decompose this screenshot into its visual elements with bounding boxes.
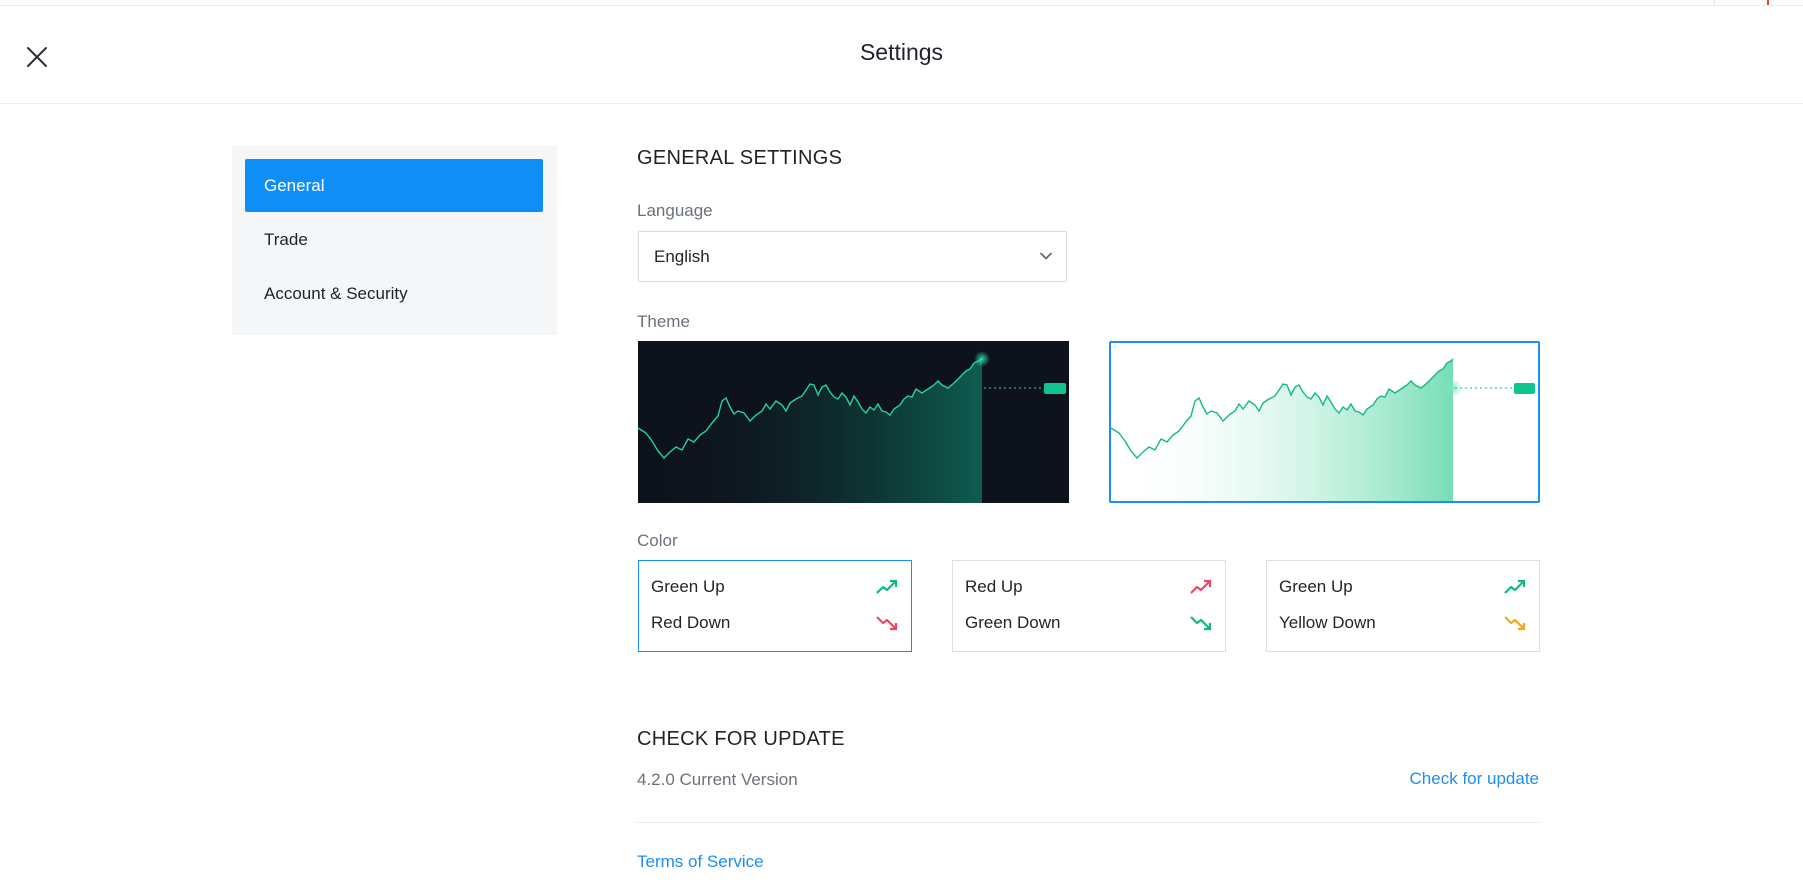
color-up-label: Green Up <box>1279 577 1353 596</box>
check-update-title: CHECK FOR UPDATE <box>637 728 845 750</box>
color-option-green-up-yellow-down[interactable]: Green Up Yellow Down <box>1266 560 1540 652</box>
trend-up-icon <box>1504 579 1526 594</box>
window-control-edge <box>1714 0 1715 5</box>
section-divider <box>637 822 1539 823</box>
theme-label: Theme <box>637 312 690 331</box>
language-select-value: English <box>654 247 710 266</box>
sidebar-item-account-security[interactable]: Account & Security <box>245 267 543 320</box>
color-label: Color <box>637 531 678 550</box>
theme-option-dark[interactable] <box>638 341 1069 503</box>
trend-down-icon <box>876 616 898 631</box>
window-control-accent <box>1767 0 1769 5</box>
color-down-label: Red Down <box>651 613 731 632</box>
trend-down-icon <box>1504 616 1526 631</box>
general-settings-title: GENERAL SETTINGS <box>637 147 843 169</box>
trend-up-icon <box>1190 579 1212 594</box>
color-up-label: Red Up <box>965 577 1023 596</box>
language-select[interactable]: English <box>638 231 1067 282</box>
language-label: Language <box>637 201 713 220</box>
sidebar-item-trade[interactable]: Trade <box>245 213 543 266</box>
theme-option-light[interactable] <box>1109 341 1540 503</box>
color-option-green-up-red-down[interactable]: Green Up Red Down <box>638 560 912 652</box>
current-version: 4.2.0 Current Version <box>637 770 798 789</box>
page-title: Settings <box>859 39 944 65</box>
dark-theme-chart-preview <box>638 351 1066 503</box>
color-down-label: Yellow Down <box>1279 613 1376 632</box>
sidebar-item-general[interactable]: General <box>245 159 543 212</box>
color-option-red-up-green-down[interactable]: Red Up Green Down <box>952 560 1226 652</box>
trend-down-icon <box>1190 616 1212 631</box>
terms-of-service-link[interactable]: Terms of Service <box>637 852 764 872</box>
chevron-down-icon <box>1040 252 1052 260</box>
settings-sidebar: General Trade Account & Security <box>232 146 557 335</box>
trend-up-icon <box>876 579 898 594</box>
check-for-update-link[interactable]: Check for update <box>1410 769 1539 789</box>
light-theme-chart-preview <box>1111 358 1535 501</box>
settings-header: Settings <box>0 6 1803 104</box>
color-up-label: Green Up <box>651 577 725 596</box>
color-down-label: Green Down <box>965 613 1061 632</box>
